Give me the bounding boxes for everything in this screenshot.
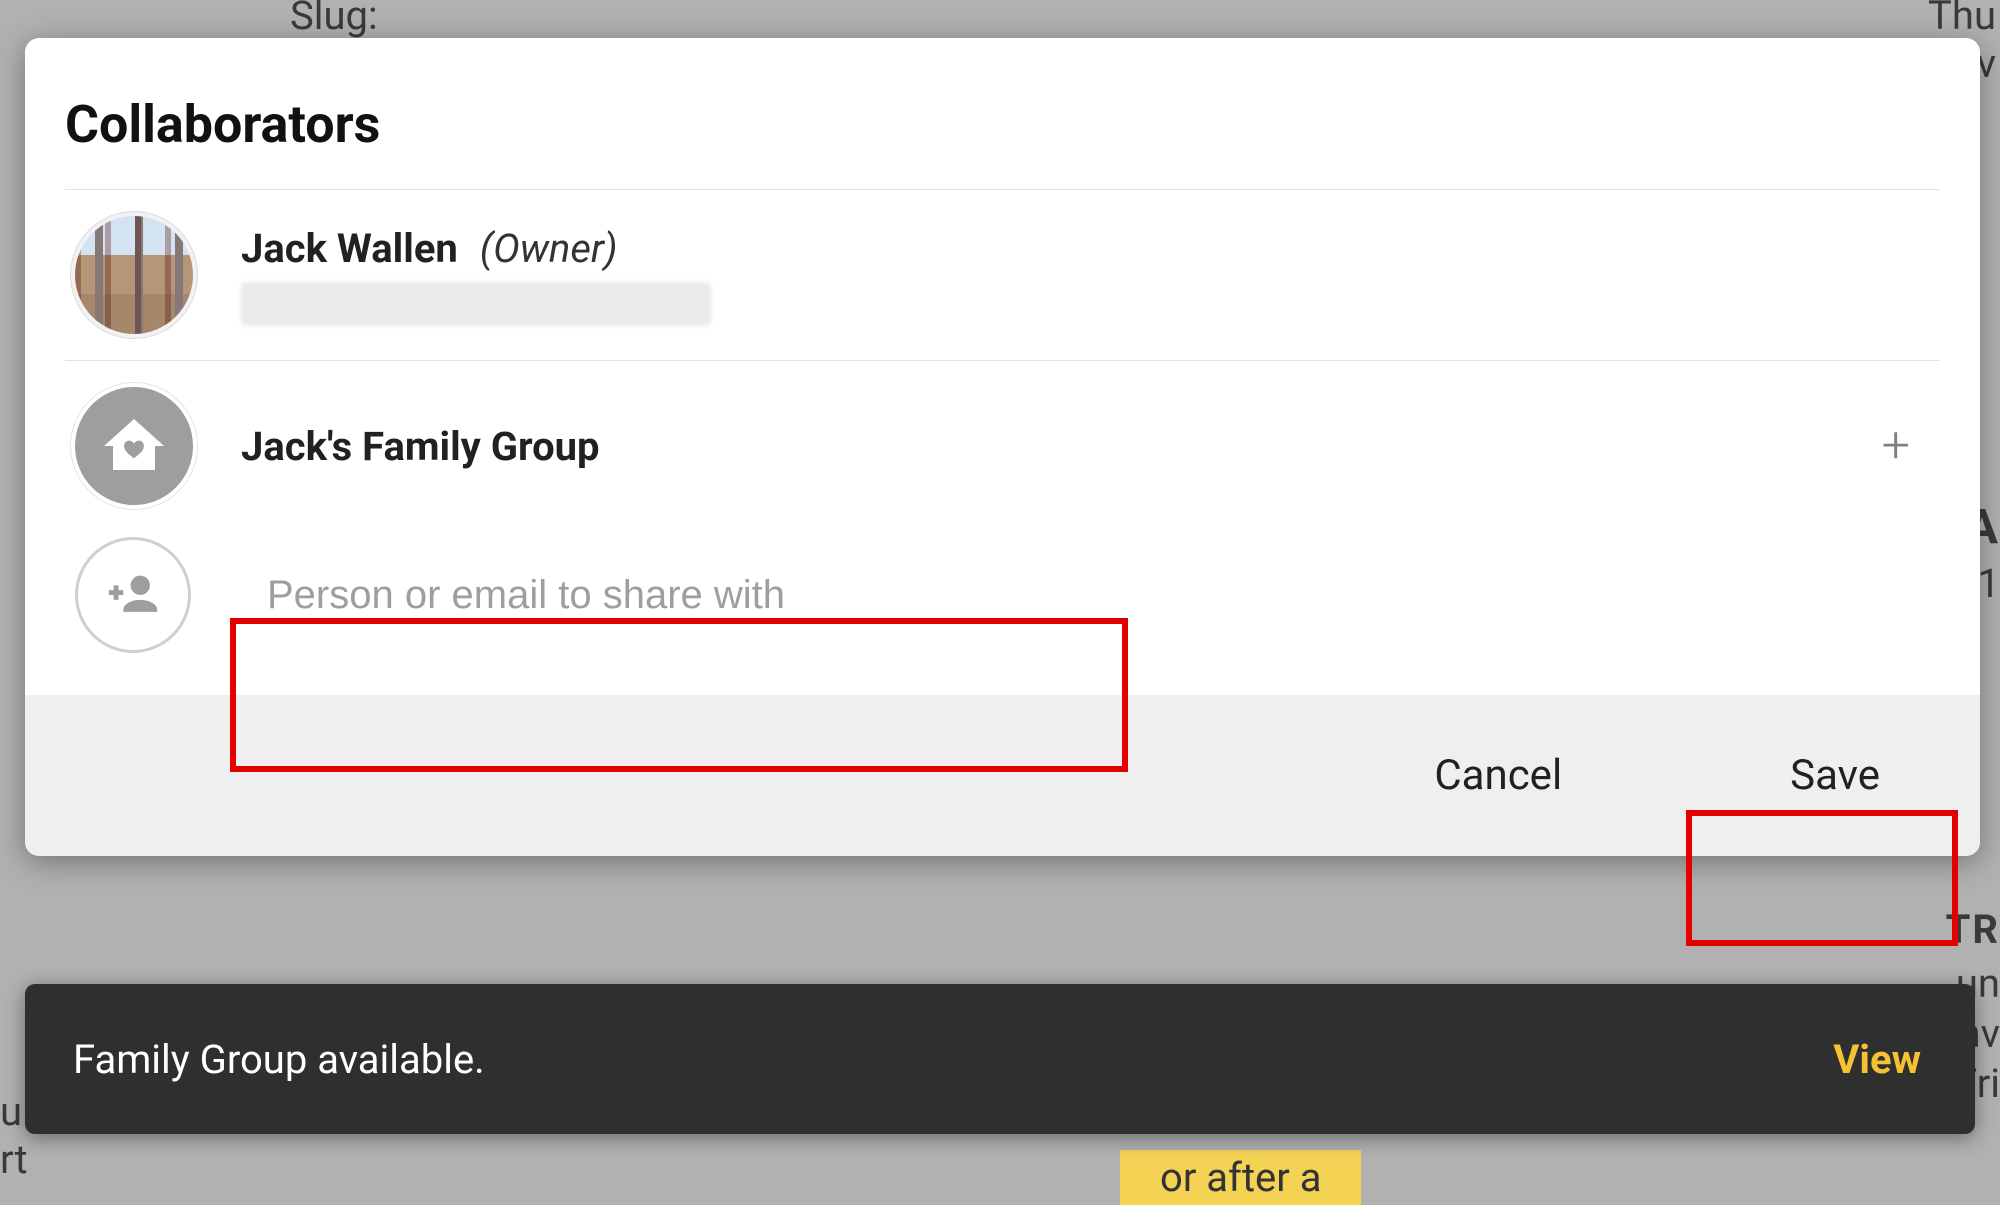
bg-text: Thu (1928, 0, 1996, 39)
bg-text: u (0, 1088, 22, 1135)
dialog-title: Collaborators (25, 38, 1980, 189)
family-group-avatar (75, 387, 193, 505)
bg-text: rt (0, 1136, 28, 1183)
collaborators-dialog: Collaborators Jack Wallen (Owner) (25, 38, 1980, 856)
share-with-input[interactable] (239, 549, 1119, 642)
toast: Family Group available. View (25, 984, 1975, 1134)
owner-row: Jack Wallen (Owner) (25, 190, 1980, 360)
toast-view-button[interactable]: View (1833, 1036, 1921, 1083)
bg-text: Slug: (290, 0, 378, 39)
owner-role: (Owner) (480, 225, 618, 272)
add-person-row (25, 531, 1980, 683)
toast-message: Family Group available. (73, 1036, 1833, 1083)
house-heart-icon (98, 410, 170, 482)
plus-icon: + (1882, 417, 1910, 475)
family-group-name: Jack's Family Group (241, 423, 600, 470)
add-person-avatar[interactable] (75, 537, 191, 653)
dialog-footer: Cancel Save (25, 695, 1980, 856)
owner-name-line: Jack Wallen (Owner) (241, 225, 711, 272)
bg-text: or after a (1120, 1150, 1361, 1205)
cancel-button[interactable]: Cancel (1410, 739, 1586, 812)
owner-email-redacted (241, 282, 711, 326)
family-group-row: Jack's Family Group + (25, 361, 1980, 531)
person-add-icon (104, 566, 162, 624)
bg-text: TR (1946, 906, 2000, 953)
save-button[interactable]: Save (1766, 739, 1904, 812)
owner-name: Jack Wallen (241, 225, 458, 272)
add-group-member-button[interactable]: + (1852, 411, 1940, 481)
owner-avatar (75, 216, 193, 334)
